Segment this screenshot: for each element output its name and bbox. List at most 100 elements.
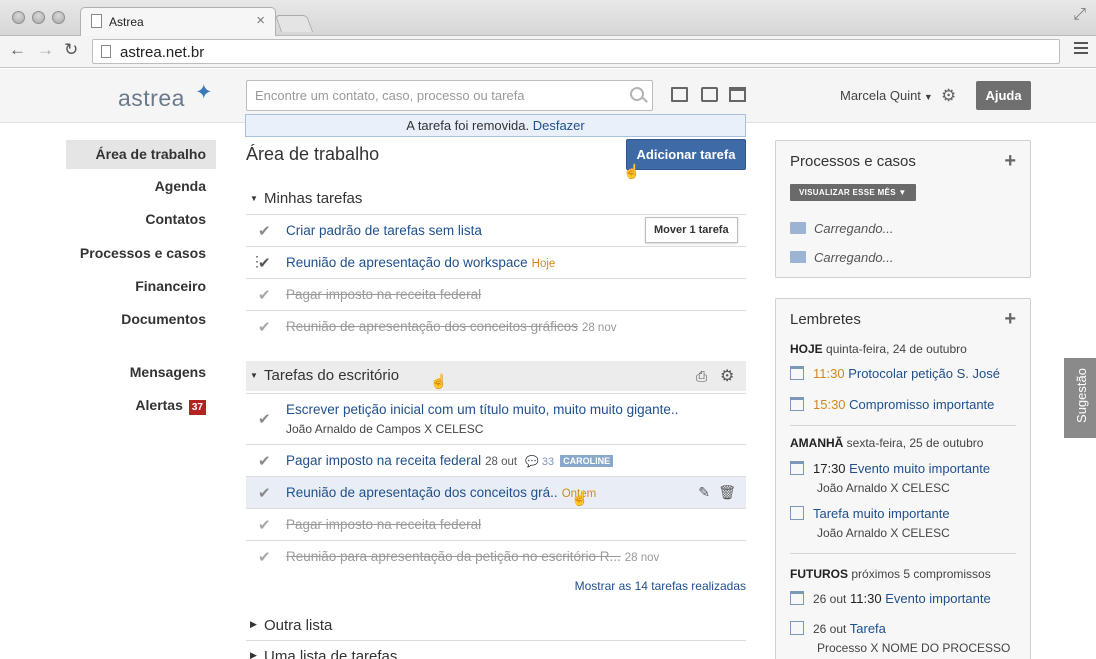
sidebar-item-messages[interactable]: Mensagens xyxy=(66,358,216,387)
sidebar-item-finance[interactable]: Financeiro xyxy=(66,272,216,301)
tasks-icon[interactable] xyxy=(701,87,718,102)
check-icon[interactable]: ✔ xyxy=(258,318,271,336)
help-button[interactable]: Ajuda xyxy=(976,81,1031,110)
reminder-link[interactable]: Evento muito importante xyxy=(849,461,990,476)
section-date: quinta-feira, 24 de outubro xyxy=(826,342,967,356)
list-header-office-tasks[interactable]: ▼ Tarefas do escritório ⎙ ⚙ xyxy=(246,361,746,391)
reminder-item[interactable]: 15:30 Compromisso importante xyxy=(790,397,994,412)
forward-icon[interactable]: → xyxy=(37,40,54,60)
browser-toolbar: ← → ↻ astrea.net.br xyxy=(0,36,1096,68)
folder-icon xyxy=(790,222,806,234)
task-title[interactable]: Escrever petição inicial com um título m… xyxy=(286,402,678,417)
task-title[interactable]: Pagar imposto na receita federal xyxy=(286,453,481,468)
reminder-date: 26 out xyxy=(813,622,847,636)
add-icon[interactable]: + xyxy=(1004,150,1016,173)
reminder-link[interactable]: Tarefa xyxy=(850,621,886,636)
task-row[interactable]: ✔ Reunião de apresentação dos conceitos … xyxy=(246,310,746,342)
sidebar-item-agenda[interactable]: Agenda xyxy=(66,172,216,201)
check-icon[interactable]: ✔ xyxy=(258,548,271,566)
show-done-link[interactable]: Mostrar as 14 tarefas realizadas xyxy=(546,579,746,593)
task-date: 28 out xyxy=(485,456,518,468)
sidebar-item-documents[interactable]: Documentos xyxy=(66,305,216,334)
task-title[interactable]: Reunião de apresentação dos conceitos gr… xyxy=(286,319,578,334)
feedback-tab[interactable]: Sugestão xyxy=(1064,358,1096,438)
task-row[interactable]: ✔ Reunião para apresentação da petição n… xyxy=(246,540,746,572)
undo-link[interactable]: Desfazer xyxy=(533,118,585,133)
add-task-button[interactable]: Adicionar tarefa xyxy=(626,139,746,170)
list-header-my-tasks[interactable]: ▼ Minhas tarefas xyxy=(246,184,746,214)
list-header-other[interactable]: ▶ Outra lista xyxy=(246,611,746,641)
reminder-item[interactable]: 11:30 Protocolar petição S. José xyxy=(790,366,1000,381)
list-header-another[interactable]: ▶ Uma lista de tarefas xyxy=(246,642,746,659)
task-title[interactable]: Reunião para apresentação da petição no … xyxy=(286,549,621,564)
astrea-logo[interactable]: astrea xyxy=(118,85,185,112)
collapse-triangle-icon[interactable]: ▼ xyxy=(250,194,258,203)
search-input[interactable]: Encontre um contato, caso, processo ou t… xyxy=(246,80,653,111)
add-icon[interactable]: + xyxy=(1004,308,1016,331)
trash-icon[interactable]: 🗑 xyxy=(718,484,736,501)
back-icon[interactable]: ← xyxy=(9,40,26,60)
check-icon[interactable]: ✔ xyxy=(258,410,271,428)
task-row[interactable]: ✔ Pagar imposto na receita federal xyxy=(246,508,746,540)
task-row[interactable]: ⋮ ✔ Reunião de apresentação do workspace… xyxy=(246,246,746,278)
reminder-link[interactable]: Tarefa muito importante xyxy=(813,506,950,521)
check-icon[interactable]: ✔ xyxy=(258,484,271,502)
search-icon[interactable] xyxy=(630,87,644,101)
close-window-button[interactable] xyxy=(12,11,25,24)
section-label: AMANHÃ xyxy=(790,436,844,450)
panel-title: Processos e casos xyxy=(790,153,916,170)
task-title-wrap: Reunião de apresentação dos conceitos gr… xyxy=(286,485,596,500)
reload-icon[interactable]: ↻ xyxy=(64,40,78,60)
check-icon[interactable]: ✔ xyxy=(258,222,271,240)
task-title-wrap: Reunião de apresentação do workspace Hoje xyxy=(286,255,555,270)
sidebar-item-contacts[interactable]: Contatos xyxy=(66,205,216,234)
filter-month-button[interactable]: VISUALIZAR ESSE MÊS ▼ xyxy=(790,184,916,201)
calendar-icon[interactable] xyxy=(729,87,746,102)
maximize-window-button[interactable] xyxy=(52,11,65,24)
task-title[interactable]: Pagar imposto na receita federal xyxy=(286,517,481,532)
reminder-item[interactable]: Tarefa muito importante xyxy=(790,506,950,521)
browser-menu-icon[interactable] xyxy=(1074,42,1088,54)
reminder-link[interactable]: Compromisso importante xyxy=(849,397,994,412)
comment-count[interactable]: 💬 33 xyxy=(525,456,554,468)
task-title[interactable]: Reunião de apresentação do workspace xyxy=(286,255,528,270)
check-icon[interactable]: ✔ xyxy=(258,254,271,272)
task-row[interactable]: ✔ Escrever petição inicial com um título… xyxy=(246,393,746,444)
gear-icon[interactable]: ⚙ xyxy=(720,366,734,386)
fullscreen-icon[interactable]: ⤢ xyxy=(1073,6,1086,24)
gear-icon[interactable]: ⚙ xyxy=(941,86,956,106)
collapse-triangle-icon[interactable]: ▼ xyxy=(250,371,258,380)
task-title[interactable]: Criar padrão de tarefas sem lista xyxy=(286,223,482,238)
sidebar-item-processes[interactable]: Processos e casos xyxy=(66,239,216,268)
task-row[interactable]: ✔ Pagar imposto na receita federal xyxy=(246,278,746,310)
minimize-window-button[interactable] xyxy=(32,11,45,24)
task-title[interactable]: Reunião de apresentação dos conceitos gr… xyxy=(286,485,558,500)
check-icon[interactable]: ✔ xyxy=(258,452,271,470)
check-icon[interactable]: ✔ xyxy=(258,516,271,534)
expand-triangle-icon[interactable]: ▶ xyxy=(250,650,257,659)
print-icon[interactable]: ⎙ xyxy=(696,368,707,385)
task-row[interactable]: ✔ Pagar imposto na receita federal 28 out… xyxy=(246,444,746,476)
browser-tab[interactable]: Astrea × xyxy=(80,7,276,37)
folder-icon[interactable] xyxy=(671,87,688,102)
reminder-link[interactable]: Protocolar petição S. José xyxy=(848,366,1000,381)
reminder-link[interactable]: Evento importante xyxy=(885,591,991,606)
tab-close-icon[interactable]: × xyxy=(256,12,265,29)
user-menu[interactable]: Marcela Quint ▼ xyxy=(840,88,933,103)
task-row-hover[interactable]: ✔ Reunião de apresentação dos conceitos … xyxy=(246,476,746,508)
feedback-label: Sugestão xyxy=(1073,368,1089,423)
sidebar-item-alerts[interactable]: Alertas 37 xyxy=(66,391,216,420)
task-title-wrap: Pagar imposto na receita federal 28 out 💬 … xyxy=(286,453,614,468)
expand-triangle-icon[interactable]: ▶ xyxy=(250,619,257,630)
check-icon[interactable]: ✔ xyxy=(258,286,271,304)
reminder-item[interactable]: 17:30 Evento muito importante xyxy=(790,461,990,476)
reminder-item[interactable]: 26 out Tarefa xyxy=(790,621,886,636)
edit-icon[interactable]: ✎ xyxy=(698,484,710,501)
calendar-icon xyxy=(790,366,804,380)
reminder-item[interactable]: 26 out 11:30 Evento importante xyxy=(790,591,991,606)
address-bar[interactable]: astrea.net.br xyxy=(92,39,1060,64)
task-title[interactable]: Pagar imposto na receita federal xyxy=(286,287,481,302)
divider xyxy=(790,425,1016,426)
sidebar-item-workspace[interactable]: Área de trabalho xyxy=(66,140,216,169)
new-tab-button[interactable] xyxy=(274,15,314,32)
